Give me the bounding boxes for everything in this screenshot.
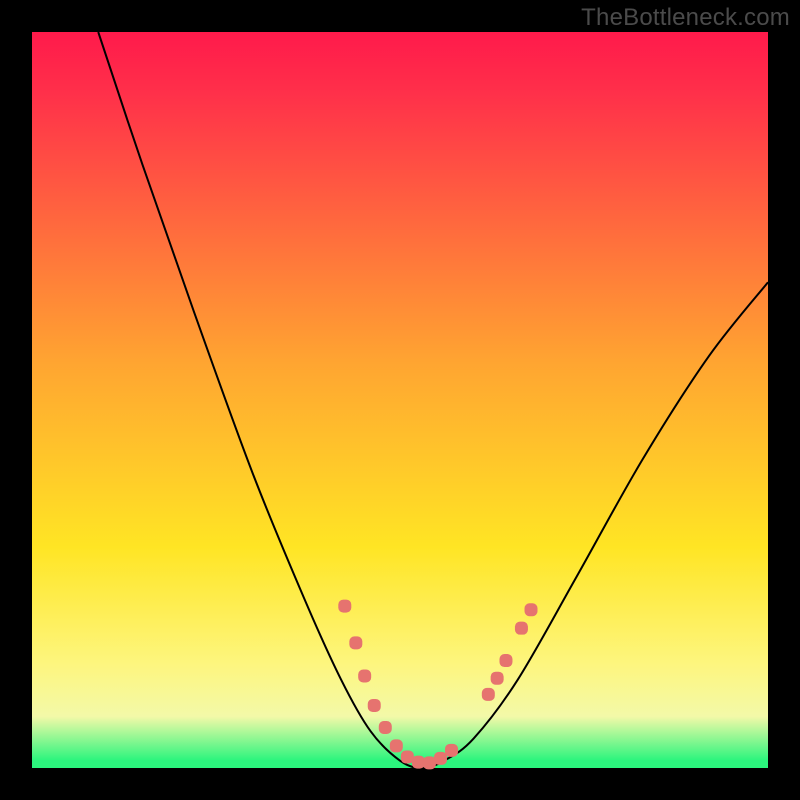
marker-group <box>338 600 537 770</box>
outer-frame: TheBottleneck.com <box>0 0 800 800</box>
curve-marker <box>499 654 512 667</box>
curve-marker <box>368 699 381 712</box>
curve-marker <box>525 603 538 616</box>
curve-marker <box>482 688 495 701</box>
curve-marker <box>445 744 458 757</box>
curve-marker <box>379 721 392 734</box>
curve-marker <box>338 600 351 613</box>
curve-marker <box>349 636 362 649</box>
curve-marker <box>434 752 447 765</box>
bottleneck-curve <box>98 32 768 768</box>
curve-svg <box>32 32 768 768</box>
plot-area <box>32 32 768 768</box>
curve-marker <box>358 670 371 683</box>
watermark-text: TheBottleneck.com <box>581 4 790 32</box>
curve-marker <box>491 672 504 685</box>
curve-marker <box>390 739 403 752</box>
curve-marker <box>515 622 528 635</box>
